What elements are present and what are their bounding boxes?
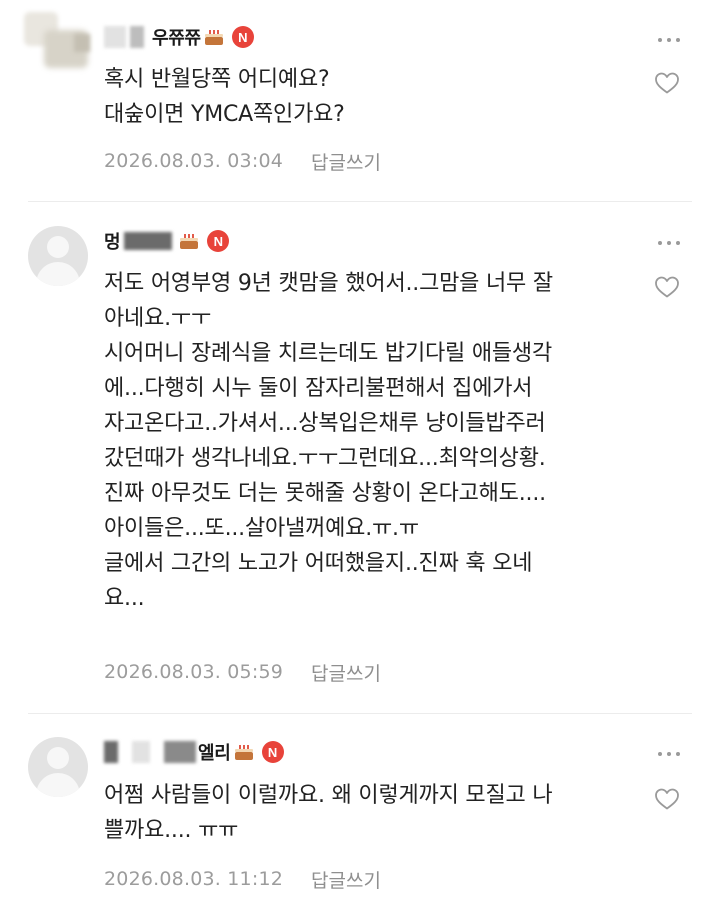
author-nickname[interactable]: 우쮸쮸 <box>152 24 201 50</box>
comment-text: 저도 어영부영 9년 캣맘을 했어서..그맘을 너무 잘 아네요.ㅜㅜ 시어머니… <box>104 271 553 611</box>
more-options-icon[interactable] <box>658 240 680 246</box>
reply-button[interactable]: 답글쓰기 <box>311 148 381 175</box>
more-options-icon[interactable] <box>658 751 680 757</box>
avatar[interactable] <box>24 12 94 72</box>
cake-icon <box>234 744 254 760</box>
author-row: 엘리 N <box>104 737 284 767</box>
comment-date: 2026.08.03. 11:12 <box>104 868 284 890</box>
divider <box>28 713 692 714</box>
comment-text: 어쩜 사람들이 이럴까요. 왜 이렇게까지 모질고 나 쁠까요.... ㅠㅠ <box>104 783 553 843</box>
comment-meta: 2026.08.03. 11:12 답글쓰기 <box>104 865 381 893</box>
divider <box>28 201 692 202</box>
comment-meta: 2026.08.03. 05:59 답글쓰기 <box>104 658 381 686</box>
author-nickname[interactable]: 멍 <box>104 228 121 254</box>
blurred-name-part <box>164 741 196 763</box>
default-avatar-icon[interactable] <box>28 226 88 286</box>
blurred-name-part <box>124 232 173 250</box>
more-options-icon[interactable] <box>658 37 680 43</box>
new-badge: N <box>207 230 230 252</box>
author-row: 멍 N <box>104 226 230 256</box>
heart-outline-icon[interactable] <box>654 275 680 299</box>
new-badge: N <box>231 26 254 48</box>
blurred-name-part <box>104 741 118 763</box>
cake-icon <box>204 29 224 45</box>
heart-outline-icon[interactable] <box>654 71 680 95</box>
blurred-name-part <box>132 741 150 763</box>
blurred-name-part <box>130 26 144 48</box>
new-badge: N <box>261 741 284 763</box>
comment-meta: 2026.08.03. 03:04 답글쓰기 <box>104 147 381 175</box>
cake-icon <box>179 233 199 249</box>
heart-outline-icon[interactable] <box>654 787 680 811</box>
author-nickname[interactable]: 엘리 <box>198 739 231 765</box>
default-avatar-icon[interactable] <box>28 737 88 797</box>
blurred-name-part <box>104 26 126 48</box>
comment-text: 혹시 반월당쪽 어디예요? 대숲이면 YMCA쪽인가요? <box>104 67 345 127</box>
reply-button[interactable]: 답글쓰기 <box>311 659 381 686</box>
reply-button[interactable]: 답글쓰기 <box>311 866 381 893</box>
comment-date: 2026.08.03. 03:04 <box>104 150 284 172</box>
author-row: 우쮸쮸 N <box>104 22 254 52</box>
comment-date: 2026.08.03. 05:59 <box>104 661 284 683</box>
